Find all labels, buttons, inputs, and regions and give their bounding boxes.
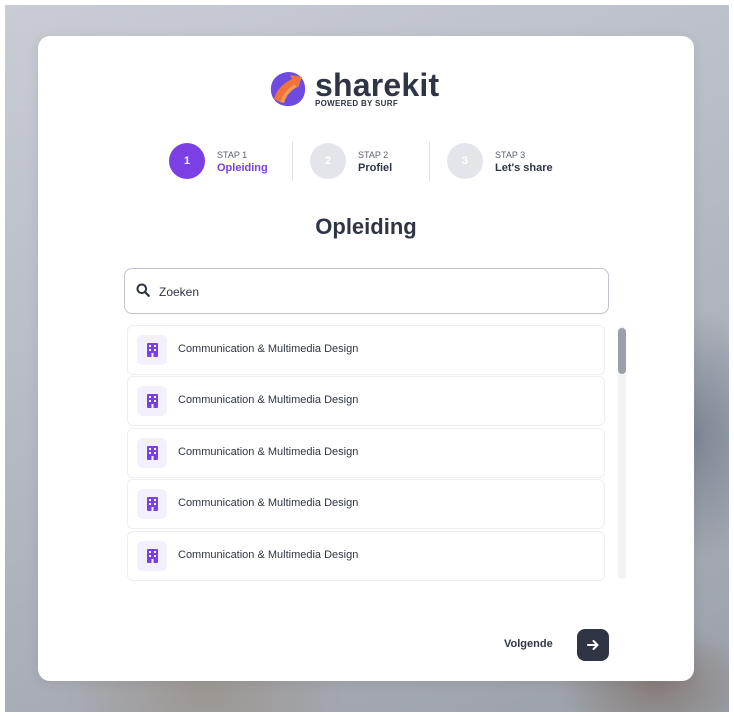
list-item[interactable]: Communication & Multimedia Design — [127, 376, 605, 426]
step-1-number: 1 — [169, 143, 205, 179]
list-item-label: Communication & Multimedia Design — [178, 394, 359, 406]
next-label[interactable]: Volgende — [504, 638, 553, 650]
onboarding-card: sharekit POWERED BY SURF 1 STAP 1 Opleid… — [38, 36, 694, 681]
stepper: 1 STAP 1 Opleiding 2 STAP 2 Profiel 3 ST… — [38, 141, 694, 181]
opleiding-list: Communication & Multimedia Design Commun… — [127, 325, 605, 581]
building-icon — [146, 549, 158, 563]
item-icon-box — [137, 335, 167, 365]
item-icon-box — [137, 541, 167, 571]
page-title: Opleiding — [315, 214, 417, 239]
search-input[interactable] — [157, 269, 591, 315]
list-item[interactable]: Communication & Multimedia Design — [127, 428, 605, 478]
list-item[interactable]: Communication & Multimedia Design — [127, 325, 605, 375]
step-divider — [429, 141, 430, 181]
building-icon — [146, 497, 158, 511]
step-1-name: Opleiding — [217, 162, 268, 174]
step-2-number: 2 — [310, 143, 346, 179]
list-item-label: Communication & Multimedia Design — [178, 343, 359, 355]
step-2-name: Profiel — [358, 162, 393, 174]
item-icon-box — [137, 438, 167, 468]
arrow-right-icon — [587, 640, 599, 650]
item-icon-box — [137, 386, 167, 416]
sharekit-logo-icon — [270, 72, 306, 107]
step-3-name: Let's share — [495, 162, 553, 174]
search-box[interactable] — [124, 268, 609, 315]
item-icon-box — [137, 489, 167, 519]
list-item[interactable]: Communication & Multimedia Design — [127, 531, 605, 581]
list-item-label: Communication & Multimedia Design — [178, 497, 359, 509]
logo-tagline: POWERED BY SURF — [315, 99, 399, 108]
building-icon — [146, 394, 158, 408]
step-3-number: 3 — [447, 143, 483, 179]
step-1-label: STAP 1 — [217, 150, 248, 160]
building-icon — [146, 446, 158, 460]
list-item-label: Communication & Multimedia Design — [178, 549, 359, 561]
step-3-label: STAP 3 — [495, 150, 526, 160]
scrollbar-thumb[interactable] — [618, 328, 626, 374]
list-scrollbar[interactable] — [618, 326, 626, 579]
building-icon — [146, 343, 158, 357]
search-icon — [136, 283, 150, 297]
list-item[interactable]: Communication & Multimedia Design — [127, 479, 605, 529]
step-2-label: STAP 2 — [358, 150, 389, 160]
list-item-label: Communication & Multimedia Design — [178, 446, 359, 458]
step-divider — [292, 141, 293, 181]
next-button[interactable] — [577, 629, 609, 661]
